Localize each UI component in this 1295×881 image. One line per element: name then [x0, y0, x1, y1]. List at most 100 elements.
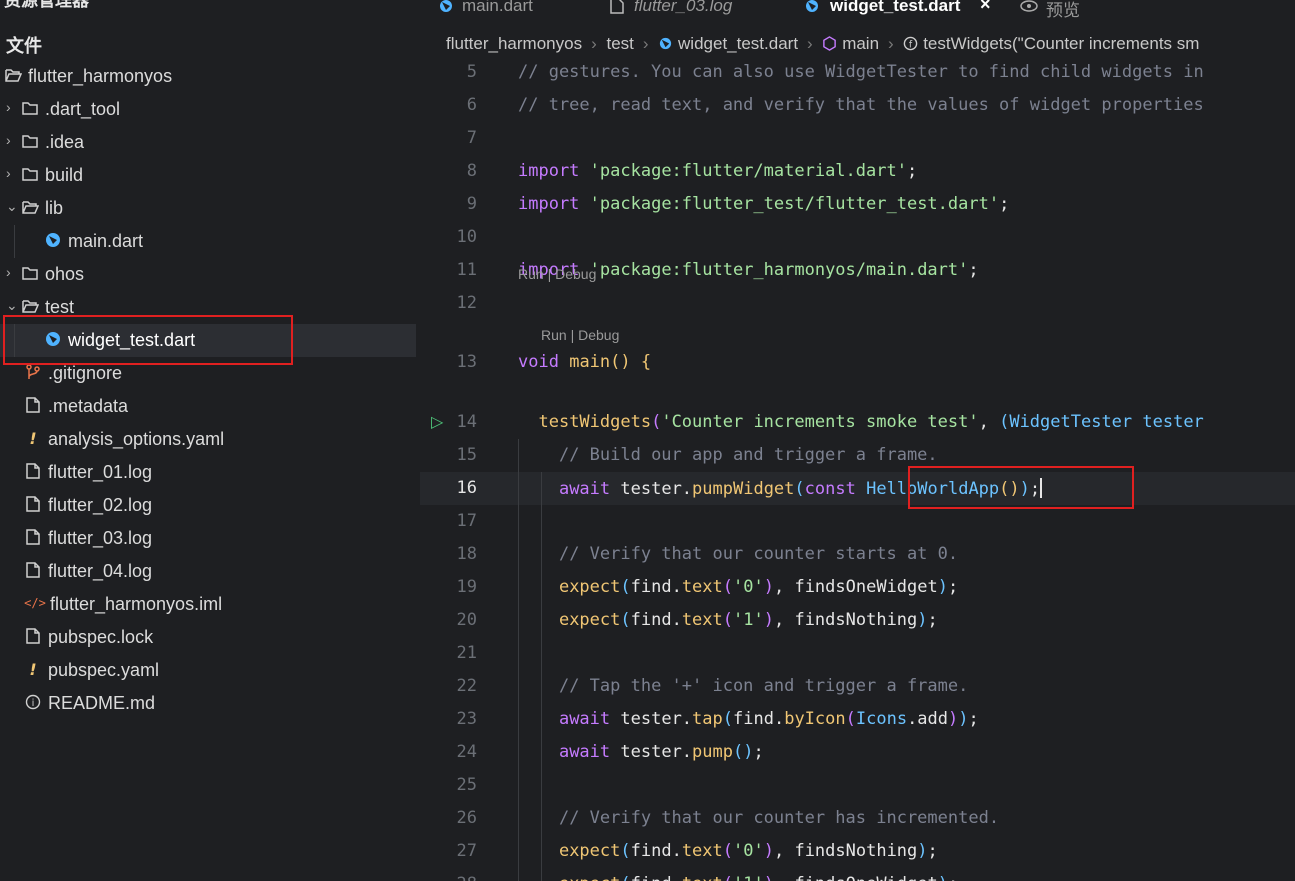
code-line[interactable]: 5 // gestures. You can also use WidgetTes…	[420, 56, 1295, 89]
close-tab-icon[interactable]: ×	[980, 0, 991, 15]
code-line[interactable]: 28 expect(find.text('1'), findsOneWidget…	[420, 868, 1295, 881]
code-icon: </>	[24, 594, 46, 612]
tree-item[interactable]: › build	[0, 159, 416, 192]
explorer-header: 资源管理器 ···	[0, 0, 416, 12]
code-line[interactable]: 8 import 'package:flutter/material.dart';	[420, 155, 1295, 188]
chevron-right-icon[interactable]: ›	[6, 264, 11, 280]
tree-item[interactable]: › .dart_tool	[0, 93, 416, 126]
code-line[interactable]: 12	[420, 287, 1295, 320]
line-number: 17	[456, 511, 477, 531]
run-test-icon[interactable]: ▷	[431, 412, 443, 431]
tab-flutter-03-log[interactable]: flutter_03.log	[610, 0, 780, 24]
run-debug-codelens[interactable]: Run | Debug	[518, 266, 596, 282]
line-number: 18	[456, 544, 477, 564]
tree-item-label: README.md	[48, 693, 156, 713]
chevron-right-icon: ›	[888, 34, 894, 53]
code-line[interactable]: 22 // Tap the '+' icon and trigger a fra…	[420, 670, 1295, 703]
line-number: 11	[456, 260, 477, 280]
breadcrumb-item[interactable]: testWidgets("Counter increments sm	[923, 34, 1199, 53]
tree-item[interactable]: › ohos	[0, 258, 416, 291]
highlight-box-helloworldapp	[908, 466, 1134, 509]
file-icon	[24, 396, 42, 414]
svg-text:i: i	[32, 698, 35, 709]
code-line[interactable]: 17	[420, 505, 1295, 538]
code-line[interactable]: 6 // tree, read text, and verify that the…	[420, 89, 1295, 122]
folder-open-icon	[21, 297, 40, 315]
code-line[interactable]: 19 expect(find.text('0'), findsOneWidget…	[420, 571, 1295, 604]
indent-guide	[14, 225, 15, 258]
git-icon	[24, 363, 42, 381]
code-line[interactable]: 16 await tester.pumpWidget(const HelloWo…	[420, 472, 1295, 505]
code-line[interactable]: 27 expect(find.text('0'), findsNothing);	[420, 835, 1295, 868]
line-number: 7	[466, 128, 477, 148]
code-text: import 'package:flutter/material.dart';	[518, 161, 918, 181]
file-icon	[610, 0, 624, 14]
code-text: await tester.pump();	[558, 742, 764, 762]
chevron-down-icon[interactable]: ⌄	[6, 297, 18, 314]
dart-icon	[44, 231, 62, 249]
line-number: 9	[466, 194, 477, 214]
dart-icon	[806, 0, 818, 12]
tab-preview[interactable]: 预览	[1020, 0, 1110, 24]
function-icon: f	[904, 36, 918, 51]
tree-item[interactable]: i README.md	[0, 687, 416, 720]
code-line[interactable]: 13 void main() {	[420, 346, 1295, 379]
line-number: 8	[466, 161, 477, 181]
line-number: 27	[456, 841, 477, 861]
code-line[interactable]: 20 expect(find.text('1'), findsNothing);	[420, 604, 1295, 637]
tab-widget-test-dart[interactable]: widget_test.dart ×	[804, 0, 1004, 24]
tree-item[interactable]: pubspec.lock	[0, 621, 416, 654]
code-line[interactable]: 21	[420, 637, 1295, 670]
breadcrumb-item[interactable]: test	[606, 34, 633, 53]
tree-item[interactable]: flutter_02.log	[0, 489, 416, 522]
tree-item[interactable]: flutter_03.log	[0, 522, 416, 555]
code-text: testWidgets('Counter increments smoke te…	[538, 412, 1204, 432]
tree-item[interactable]: ! pubspec.yaml	[0, 654, 416, 687]
tree-item[interactable]: ⌄ lib	[0, 192, 416, 225]
tree-item-label: flutter_02.log	[48, 495, 153, 515]
chevron-down-icon[interactable]: ⌄	[6, 198, 18, 215]
tree-item[interactable]: flutter_01.log	[0, 456, 416, 489]
tree-item[interactable]: ! analysis_options.yaml	[0, 423, 416, 456]
code-line[interactable]: 23 await tester.tap(find.byIcon(Icons.ad…	[420, 703, 1295, 736]
svg-text:</>: </>	[24, 596, 46, 610]
code-line[interactable]: 7	[420, 122, 1295, 155]
line-number: 13	[456, 352, 477, 372]
code-line[interactable]: 9 import 'package:flutter_test/flutter_te…	[420, 188, 1295, 221]
breadcrumb-item[interactable]: widget_test.dart	[678, 34, 798, 53]
tree-item[interactable]: flutter_harmonyos	[0, 60, 416, 93]
code-text: expect(find.text('1'), findsOneWidget);	[518, 874, 958, 881]
code-editor[interactable]: 5 // gestures. You can also use WidgetTes…	[420, 56, 1295, 881]
tree-item[interactable]: flutter_04.log	[0, 555, 416, 588]
code-line[interactable]: 15 // Build our app and trigger a frame.	[420, 439, 1295, 472]
code-line[interactable]: 18 // Verify that our counter starts at …	[420, 538, 1295, 571]
dart-icon	[440, 0, 452, 12]
method-icon	[823, 36, 837, 51]
tab-label: flutter_03.log	[634, 0, 733, 15]
code-line[interactable]: 10	[420, 221, 1295, 254]
code-text: // Tap the '+' icon and trigger a frame.	[558, 676, 969, 696]
tree-item[interactable]: .metadata	[0, 390, 416, 423]
code-line[interactable]: 25	[420, 769, 1295, 802]
code-line[interactable]: 14 ▷ testWidgets('Counter increments smok…	[420, 406, 1295, 439]
tab-main-dart[interactable]: main.dart	[438, 0, 568, 24]
chevron-right-icon[interactable]: ›	[6, 99, 11, 115]
code-line[interactable]: 24 await tester.pump();	[420, 736, 1295, 769]
breadcrumb-item[interactable]: main	[842, 34, 879, 53]
explorer-sidebar: 资源管理器 ··· 文件 flutter_harmonyos › .dart_too…	[0, 0, 416, 881]
code-text: import 'package:flutter_test/flutter_tes…	[518, 194, 1010, 214]
code-line[interactable]: 26 // Verify that our counter has increm…	[420, 802, 1295, 835]
folder-icon	[21, 165, 39, 183]
tree-item[interactable]: </> flutter_harmonyos.iml	[0, 588, 416, 621]
files-section-title[interactable]: 文件	[6, 32, 42, 58]
tree-item[interactable]: main.dart	[0, 225, 416, 258]
run-debug-codelens[interactable]: Run | Debug	[541, 327, 619, 343]
chevron-right-icon[interactable]: ›	[6, 132, 11, 148]
line-number: 6	[466, 95, 477, 115]
file-icon	[24, 627, 42, 645]
tree-item-label: lib	[45, 198, 64, 218]
chevron-right-icon[interactable]: ›	[6, 165, 11, 181]
breadcrumb-item[interactable]: flutter_harmonyos	[446, 34, 582, 53]
tree-item[interactable]: › .idea	[0, 126, 416, 159]
dart-icon	[660, 37, 672, 50]
